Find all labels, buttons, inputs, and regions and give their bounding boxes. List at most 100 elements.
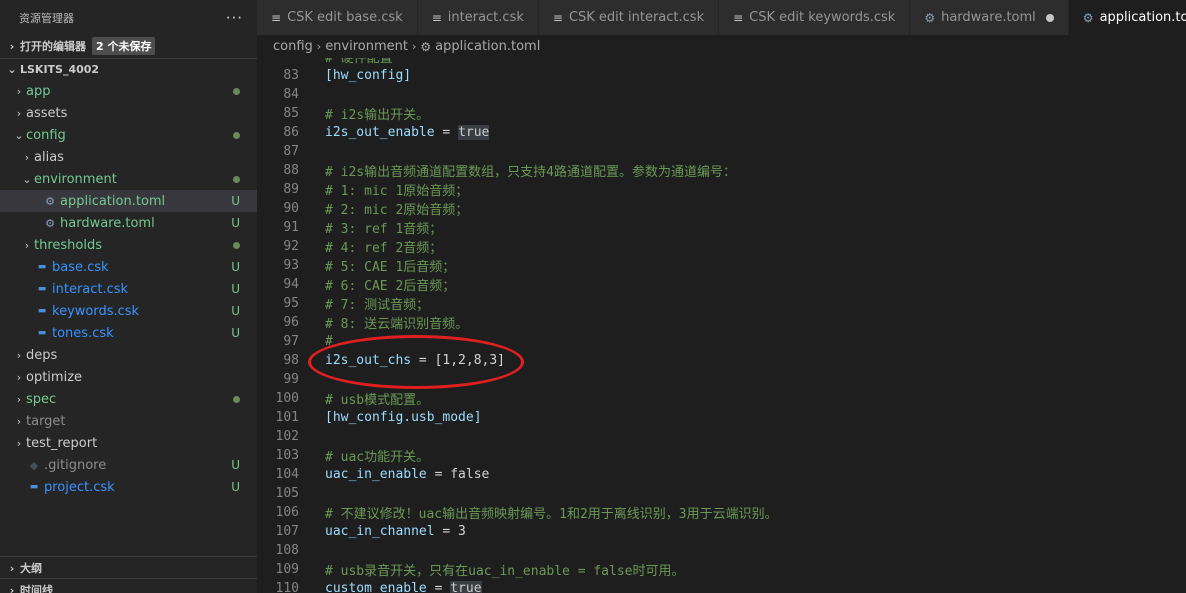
- line-number: 110: [275, 581, 299, 593]
- code-line: 104 uac_in_enable = false: [257, 465, 1186, 484]
- editor-tab[interactable]: ≡ interact.csk: [417, 0, 539, 35]
- tree-item[interactable]: › test_report: [0, 432, 257, 454]
- tree-item-label: thresholds: [34, 237, 102, 253]
- dot: [233, 242, 240, 249]
- line-number: 108: [275, 543, 299, 558]
- untracked-badge: U: [231, 304, 240, 318]
- chevron-right-icon: ›: [16, 392, 22, 406]
- editor-tab[interactable]: ≡ CSK edit keywords.csk: [719, 0, 911, 35]
- code-text: # i2s输出开关。: [325, 104, 429, 123]
- file-icon: ▬: [37, 284, 47, 294]
- code-text: i2s_out_enable = true: [325, 125, 490, 140]
- modified-dot-icon: [233, 128, 240, 142]
- open-editors-section[interactable]: › 打开的编辑器 2 个未保存: [0, 35, 257, 57]
- unsaved-dot-icon[interactable]: [1045, 13, 1054, 22]
- untracked-badge: U: [231, 282, 240, 296]
- tree-item[interactable]: › alias: [0, 146, 257, 168]
- tree-item[interactable]: › target: [0, 410, 257, 432]
- tree-item[interactable]: › spec: [0, 388, 257, 410]
- code-token: # 2: mic 2原始音频；: [325, 203, 469, 218]
- tree-item-label: target: [26, 413, 66, 429]
- tree-item-label: interact.csk: [52, 281, 129, 297]
- outline-section[interactable]: › 大纲: [0, 556, 257, 579]
- line-number: 90: [283, 201, 299, 216]
- tree-item[interactable]: ▬ keywords.csk U: [0, 300, 257, 322]
- workspace-section[interactable]: ⌄ LSKITS_4002: [0, 58, 257, 80]
- file-icon: ≡: [733, 10, 744, 25]
- code-text: # 8: 送云端识别音频。: [325, 313, 468, 332]
- line-number: 103: [275, 448, 299, 463]
- tree-item[interactable]: ▬ project.csk U: [0, 476, 257, 498]
- file-icon: ≡: [431, 10, 442, 25]
- editor-tab[interactable]: ⚙ application.toml: [1068, 0, 1186, 35]
- tree-item[interactable]: ▬ tones.csk U: [0, 322, 257, 344]
- gear-icon: ⚙: [45, 194, 55, 208]
- code-token: # 5: CAE 1后音频；: [325, 260, 456, 275]
- chevron-right-icon: ›: [16, 106, 22, 120]
- line-number: 95: [283, 296, 299, 311]
- chevron-right-icon: ›: [16, 436, 22, 450]
- chevron-right-icon: ›: [16, 84, 22, 98]
- tree-item[interactable]: ⌄ config: [0, 124, 257, 146]
- line-number: 109: [275, 562, 299, 577]
- tree-item-label: tones.csk: [52, 325, 114, 341]
- modified-dot-icon: [233, 172, 240, 186]
- code-text: # 7: 测试音频；: [325, 294, 429, 313]
- code-text: # 6: CAE 2后音频；: [325, 275, 455, 294]
- breadcrumb: config › environment › ⚙ application.tom…: [273, 35, 540, 58]
- code-token: true: [458, 125, 490, 140]
- editor-tab[interactable]: ≡ CSK edit base.csk: [257, 0, 418, 35]
- code-token: # 不建议修改！uac输出音频映射编号。1和2用于离线识别，3用于云端识别。: [325, 507, 778, 522]
- line-number: 84: [283, 87, 299, 102]
- more-actions-icon[interactable]: ···: [226, 9, 243, 27]
- tree-item[interactable]: ⌄ environment: [0, 168, 257, 190]
- tree-item-label: base.csk: [52, 259, 109, 275]
- tree-item[interactable]: › optimize: [0, 366, 257, 388]
- tree-item[interactable]: ▬ interact.csk U: [0, 278, 257, 300]
- breadcrumb-file[interactable]: application.toml: [435, 39, 540, 54]
- chevron-down-icon: ⌄: [7, 63, 17, 76]
- code-line: 108: [257, 541, 1186, 560]
- code-text: # 硬件配置: [325, 58, 393, 66]
- line-number: 106: [275, 505, 299, 520]
- breadcrumb-config[interactable]: config: [273, 39, 313, 54]
- gear-icon: ⚙: [420, 39, 432, 54]
- code-token: # usb录音开关，只有在uac_in_enable = false时可用。: [325, 564, 685, 579]
- tree-item[interactable]: › thresholds: [0, 234, 257, 256]
- chevron-right-icon: ›: [24, 150, 30, 164]
- tree-item[interactable]: ▬ base.csk U: [0, 256, 257, 278]
- tree-item[interactable]: › app: [0, 80, 257, 102]
- code-text: # usb模式配置。: [325, 389, 429, 408]
- tree-item[interactable]: ⚙ application.toml U: [0, 190, 257, 212]
- code-line: 87: [257, 142, 1186, 161]
- tree-item[interactable]: ◆ .gitignore U: [0, 454, 257, 476]
- open-editors-label: 打开的编辑器: [20, 40, 86, 53]
- editor-tab[interactable]: ⚙ hardware.toml: [910, 0, 1069, 35]
- chevron-right-icon: ›: [9, 561, 15, 575]
- line-number: 87: [283, 144, 299, 159]
- code-line: 83 [hw_config]: [257, 66, 1186, 85]
- chevron-right-icon: ›: [16, 370, 22, 384]
- tree-item[interactable]: › assets: [0, 102, 257, 124]
- chevron-right-icon: ›: [24, 238, 30, 252]
- code-line: 88 # i2s输出音频通道配置数组，只支持4路通道配置。参数为通道编号：: [257, 161, 1186, 180]
- line-number: 93: [283, 258, 299, 273]
- code-line: 95 # 7: 测试音频；: [257, 294, 1186, 313]
- code-token: [hw_config]: [325, 68, 412, 83]
- tree-item[interactable]: ⚙ hardware.toml U: [0, 212, 257, 234]
- tree-item[interactable]: › deps: [0, 344, 257, 366]
- chevron-down-icon: ⌄: [14, 128, 24, 142]
- untracked-badge: U: [231, 480, 240, 494]
- tab-label: CSK edit interact.csk: [568, 10, 705, 25]
- file-icon: ≡: [552, 10, 563, 25]
- editor-tab[interactable]: ≡ CSK edit interact.csk: [538, 0, 720, 35]
- outline-label: 大纲: [20, 562, 42, 575]
- code-token: # i2s输出音频通道配置数组，只支持4路通道配置。参数为通道编号：: [325, 165, 736, 180]
- untracked-badge: U: [231, 326, 240, 340]
- breadcrumb-environment[interactable]: environment: [325, 39, 408, 54]
- code-editor[interactable]: # 硬件配置 83 [hw_config] 84 85 # i2s输出开关。 86 i2s_…: [257, 58, 1186, 593]
- code-text: # 1: mic 1原始音频；: [325, 180, 468, 199]
- code-text: # 4: ref 2音频；: [325, 237, 442, 256]
- timeline-section[interactable]: › 时间线: [0, 578, 257, 593]
- chevron-right-icon: ›: [16, 414, 22, 428]
